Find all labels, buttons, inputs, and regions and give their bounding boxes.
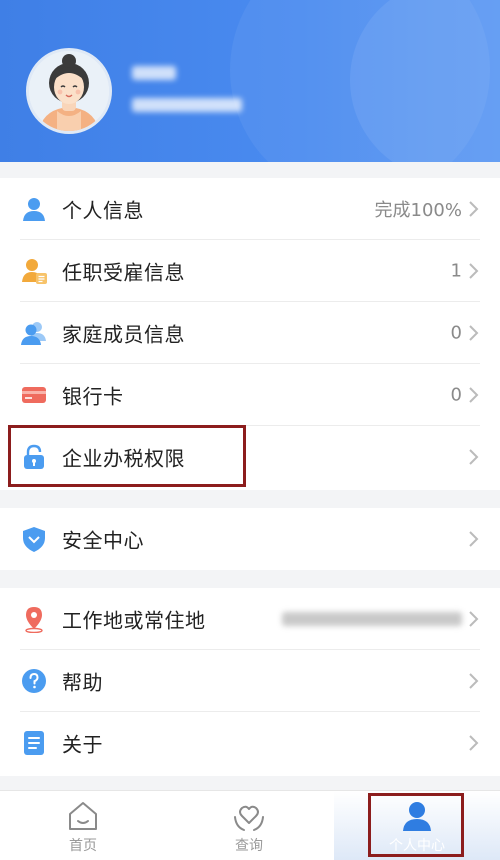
highlight-box bbox=[368, 793, 464, 857]
shield-icon bbox=[23, 527, 45, 552]
family-icon bbox=[21, 322, 46, 345]
menu-row-about[interactable]: 关于 bbox=[0, 712, 500, 774]
menu-row-help[interactable]: 帮助 bbox=[0, 650, 500, 712]
question-icon bbox=[22, 669, 46, 693]
completion-value: 完成100% bbox=[374, 200, 462, 221]
person-icon bbox=[23, 198, 45, 221]
avatar[interactable] bbox=[26, 48, 112, 134]
tab-label: 查询 bbox=[235, 838, 263, 854]
header-decoration bbox=[350, 0, 500, 162]
tab-label: 首页 bbox=[69, 838, 97, 854]
chevron-right-icon bbox=[469, 531, 479, 547]
avatar-woman-icon bbox=[29, 51, 109, 131]
chevron-right-icon bbox=[469, 201, 479, 217]
chevron-right-icon bbox=[469, 735, 479, 751]
bank-card-icon bbox=[22, 387, 46, 403]
highlight-box bbox=[8, 425, 246, 487]
menu-label: 安全中心 bbox=[62, 528, 144, 553]
menu-label: 银行卡 bbox=[62, 384, 124, 409]
menu-row-security[interactable]: 安全中心 bbox=[0, 508, 500, 570]
menu-label: 工作地或常住地 bbox=[62, 608, 206, 633]
location-redacted bbox=[282, 612, 462, 626]
menu-label: 关于 bbox=[62, 732, 103, 757]
employment-icon bbox=[22, 259, 47, 284]
chevron-right-icon bbox=[469, 611, 479, 627]
user-id-redacted bbox=[132, 98, 242, 112]
security-section: 安全中心 bbox=[0, 508, 500, 570]
tab-query[interactable]: 查询 bbox=[166, 791, 332, 860]
chevron-right-icon bbox=[469, 449, 479, 465]
employment-count: 1 bbox=[450, 260, 462, 282]
home-icon bbox=[69, 802, 97, 830]
menu-label: 任职受雇信息 bbox=[62, 260, 185, 285]
menu-row-family[interactable]: 家庭成员信息 0 bbox=[0, 302, 500, 364]
bank-card-count: 0 bbox=[450, 384, 462, 406]
profile-header bbox=[0, 0, 500, 162]
tab-home[interactable]: 首页 bbox=[0, 791, 166, 860]
menu-row-personal-info[interactable]: 个人信息 完成100% bbox=[0, 178, 500, 240]
location-pin-icon bbox=[25, 607, 43, 633]
misc-section: 工作地或常住地 帮助 关于 bbox=[0, 588, 500, 776]
menu-row-work-location[interactable]: 工作地或常住地 bbox=[0, 588, 500, 650]
menu-label: 家庭成员信息 bbox=[62, 322, 185, 347]
heart-hand-icon bbox=[234, 805, 264, 831]
user-name-redacted bbox=[132, 66, 176, 80]
chevron-right-icon bbox=[469, 387, 479, 403]
menu-label: 个人信息 bbox=[62, 198, 144, 223]
chevron-right-icon bbox=[469, 673, 479, 689]
menu-label: 帮助 bbox=[62, 670, 103, 695]
chevron-right-icon bbox=[469, 325, 479, 341]
chevron-right-icon bbox=[469, 263, 479, 279]
document-icon bbox=[24, 731, 44, 755]
menu-row-employment[interactable]: 任职受雇信息 1 bbox=[0, 240, 500, 302]
menu-row-bank-card[interactable]: 银行卡 0 bbox=[0, 364, 500, 426]
family-count: 0 bbox=[450, 322, 462, 344]
